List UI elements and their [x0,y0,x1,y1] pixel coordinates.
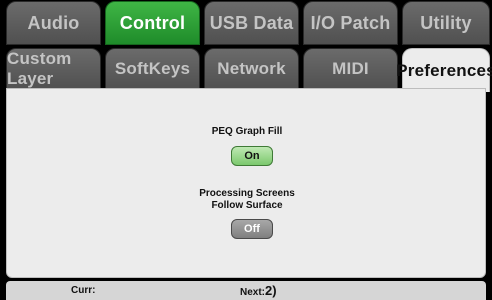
peq-graph-fill-toggle[interactable]: On [231,146,273,166]
tab-audio[interactable]: Audio [6,1,101,45]
processing-follow-label-line1: Processing Screens [199,188,295,199]
scene-status-bar: Curr: Next:2) [6,281,486,300]
processing-follow-label-line2: Follow Surface [211,200,283,211]
tab-control[interactable]: Control [105,1,200,45]
current-scene-label: Curr: [71,285,96,296]
tab-utility[interactable]: Utility [402,1,490,45]
next-scene-value: 2) [265,283,277,298]
tab-midi[interactable]: MIDI [303,48,398,90]
tab-io-patch[interactable]: I/O Patch [303,1,398,45]
tab-usb-data[interactable]: USB Data [204,1,299,45]
peq-graph-fill-label: PEQ Graph Fill [211,126,283,137]
tab-custom-layer[interactable]: Custom Layer [6,48,101,90]
tab-softkeys[interactable]: SoftKeys [105,48,200,90]
processing-follow-toggle[interactable]: Off [231,219,273,239]
tab-preferences[interactable]: Preferences [396,48,492,92]
tab-network[interactable]: Network [204,48,299,90]
next-scene-label: Next: [240,287,266,298]
preferences-panel: PEQ Graph Fill On Processing Screens Fol… [6,88,486,278]
next-scene: Next:2) [240,283,277,298]
